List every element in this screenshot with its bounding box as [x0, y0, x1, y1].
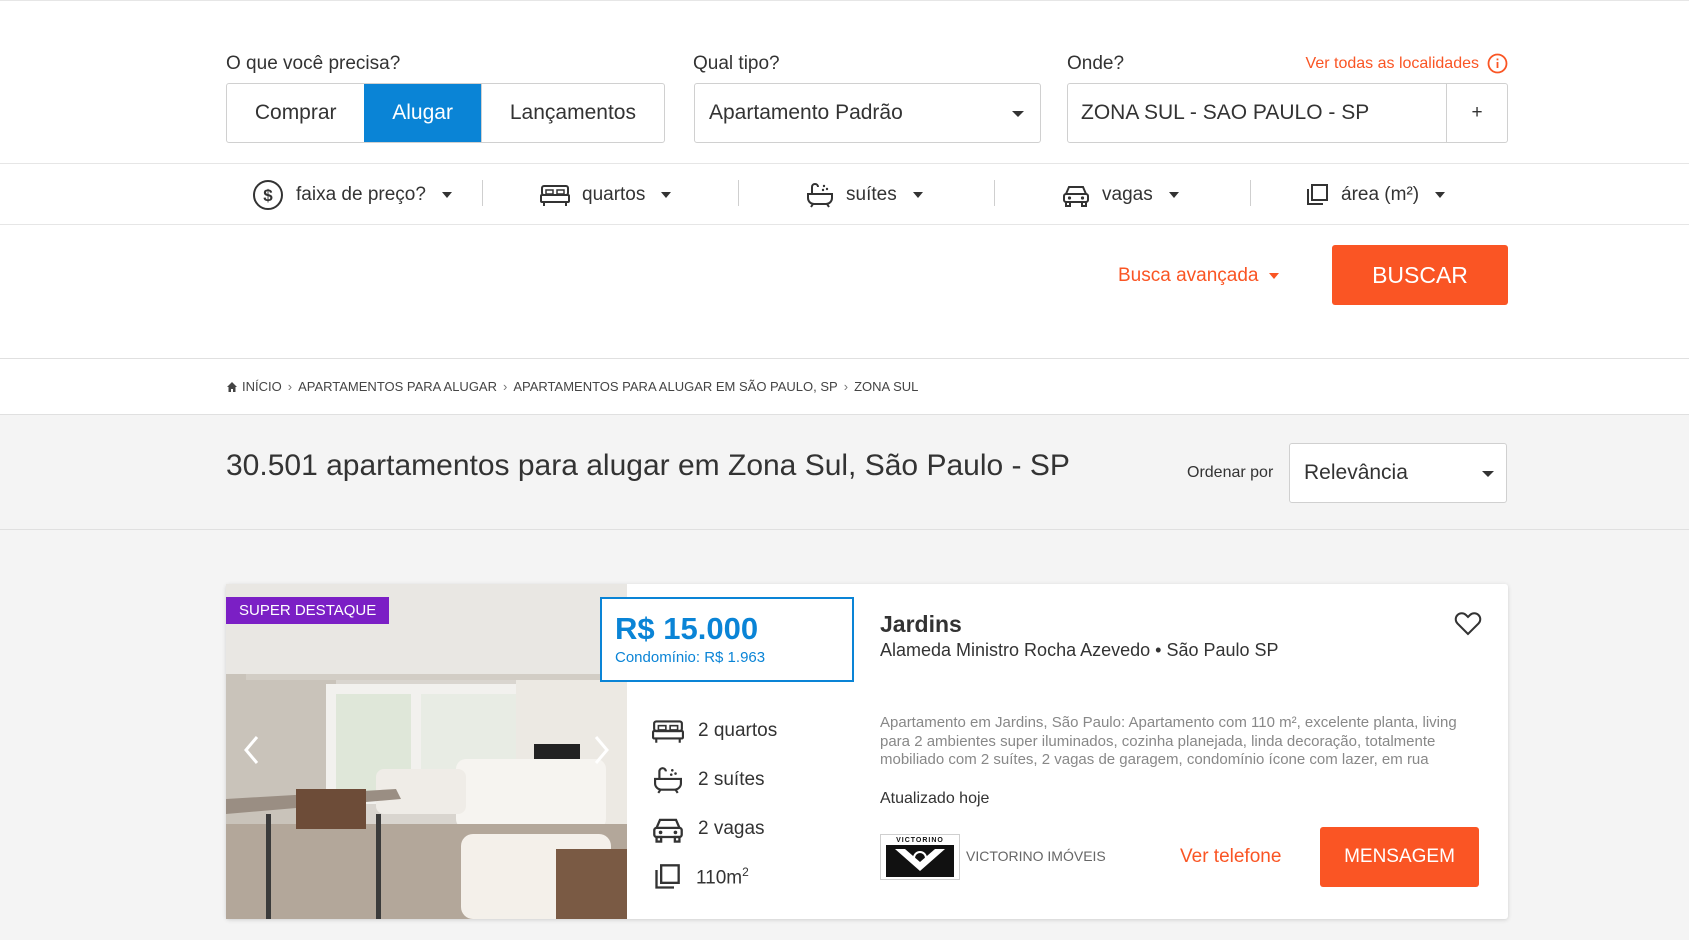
- parking-filter[interactable]: vagas: [1062, 164, 1179, 226]
- caret-down-icon: [441, 192, 452, 198]
- chevron-right-icon: ›: [287, 379, 293, 394]
- show-phone-link[interactable]: Ver telefone: [1180, 846, 1281, 868]
- super-highlight-badge: SUPER DESTAQUE: [226, 597, 390, 624]
- what-label: O que você precisa?: [226, 53, 401, 74]
- message-button[interactable]: MENSAGEM: [1320, 827, 1479, 887]
- sort-select[interactable]: Relevância: [1289, 443, 1507, 503]
- area-icon: [1305, 183, 1329, 207]
- rooms-value: 2 quartos: [698, 720, 778, 741]
- chevron-right-icon[interactable]: [591, 734, 611, 766]
- bathtub-icon: [806, 182, 834, 208]
- bed-icon: [652, 718, 684, 744]
- feature-rooms: 2 quartos: [652, 718, 777, 744]
- agency-logo-text: VICTORINO: [896, 836, 944, 844]
- see-all-locations-label: Ver todas as localidades: [1305, 54, 1479, 72]
- results-title: 30.501 apartamentos para alugar em Zona …: [226, 449, 1070, 482]
- type-label: Qual tipo?: [693, 53, 780, 74]
- sort-label: Ordenar por: [1187, 464, 1274, 481]
- bathtub-icon: [652, 766, 684, 794]
- divider: [994, 180, 995, 206]
- advanced-search-label: Busca avançada: [1118, 265, 1259, 286]
- caret-down-icon: [661, 192, 672, 198]
- suites-value: 2 suítes: [698, 769, 765, 790]
- chevron-right-icon: ›: [503, 379, 508, 394]
- caret-down-icon: [1435, 192, 1446, 198]
- divider: [1250, 180, 1251, 206]
- caret-down-icon: [1012, 111, 1024, 117]
- breadcrumb-city[interactable]: APARTAMENTOS PARA ALUGAR EM SÃO PAULO, S…: [513, 379, 837, 394]
- parking-value: 2 vagas: [698, 818, 765, 839]
- listing-address: Alameda Ministro Rocha Azevedo • São Pau…: [880, 640, 1279, 660]
- feature-parking: 2 vagas: [652, 815, 765, 843]
- divider: [482, 180, 483, 206]
- caret-down-icon: [1268, 273, 1279, 279]
- area-value: 110m2: [696, 864, 749, 889]
- caret-down-icon: [1482, 471, 1494, 477]
- updated-status: Atualizado hoje: [880, 790, 990, 807]
- listing-title[interactable]: Jardins: [880, 611, 962, 638]
- breadcrumb: INÍCIO › APARTAMENTOS PARA ALUGAR › APAR…: [0, 359, 1689, 415]
- advanced-search-toggle[interactable]: Busca avançada: [1118, 265, 1279, 287]
- home-icon: [226, 381, 238, 393]
- dollar-icon: $: [252, 179, 284, 211]
- listing-photo[interactable]: [226, 584, 627, 919]
- feature-suites: 2 suítes: [652, 766, 765, 794]
- mode-comprar[interactable]: Comprar: [227, 84, 364, 142]
- mode-alugar[interactable]: Alugar: [364, 84, 481, 142]
- feature-area: 110m2: [652, 863, 749, 891]
- suites-filter-label: suítes: [846, 184, 897, 205]
- listing-card[interactable]: SUPER DESTAQUE R$ 15.000 Condomínio: R$ …: [226, 584, 1508, 919]
- svg-text:$: $: [263, 186, 273, 205]
- listing-price: R$ 15.000: [615, 611, 759, 646]
- suites-filter[interactable]: suítes: [806, 164, 923, 226]
- location-input[interactable]: ZONA SUL - SAO PAULO - SP +: [1067, 83, 1508, 143]
- heart-icon[interactable]: [1454, 610, 1482, 636]
- location-value: ZONA SUL - SAO PAULO - SP: [1081, 101, 1370, 124]
- sort-value: Relevância: [1304, 461, 1408, 484]
- bed-icon: [540, 183, 570, 207]
- chevron-right-icon: ›: [843, 379, 849, 394]
- price-box: R$ 15.000 Condomínio: R$ 1.963: [600, 597, 854, 682]
- mode-lancamentos[interactable]: Lançamentos: [480, 84, 664, 142]
- parking-filter-label: vagas: [1102, 184, 1153, 205]
- area-filter-label: área (m²): [1341, 184, 1420, 205]
- price-filter-label: faixa de preço?: [296, 184, 426, 205]
- where-label: Onde?: [1067, 53, 1125, 74]
- rooms-filter[interactable]: quartos: [540, 164, 672, 226]
- breadcrumb-rent[interactable]: APARTAMENTOS PARA ALUGAR: [298, 379, 497, 394]
- area-filter[interactable]: área (m²): [1305, 164, 1446, 226]
- divider: [738, 180, 739, 206]
- condo-fee: Condomínio: R$ 1.963: [615, 649, 766, 666]
- caret-down-icon: [912, 192, 923, 198]
- property-type-value: Apartamento Padrão: [709, 101, 903, 124]
- filter-bar: $ faixa de preço? quartos suítes vagas á…: [0, 163, 1689, 225]
- breadcrumb-home[interactable]: INÍCIO: [242, 379, 282, 394]
- caret-down-icon: [1168, 192, 1179, 198]
- chevron-left-icon[interactable]: [242, 734, 262, 766]
- search-panel: O que você precisa? Qual tipo? Onde? Ver…: [0, 0, 1689, 163]
- listing-description: Apartamento em Jardins, São Paulo: Apart…: [880, 714, 1457, 768]
- search-actions: Busca avançada BUSCAR: [0, 225, 1689, 359]
- agency-name: VICTORINO IMÓVEIS: [966, 848, 1106, 864]
- area-icon: [652, 863, 682, 891]
- car-icon: [652, 815, 684, 843]
- rooms-filter-label: quartos: [582, 184, 646, 205]
- search-button[interactable]: BUSCAR: [1332, 245, 1508, 305]
- info-icon: [1487, 53, 1508, 74]
- mode-selector: Comprar Alugar Lançamentos: [226, 83, 665, 143]
- breadcrumb-zone[interactable]: ZONA SUL: [854, 379, 918, 394]
- property-type-select[interactable]: Apartamento Padrão: [694, 83, 1041, 143]
- car-icon: [1062, 183, 1090, 207]
- see-all-locations-link[interactable]: Ver todas as localidades: [1306, 53, 1508, 74]
- agency-logo[interactable]: VICTORINO: [880, 834, 960, 880]
- add-location-button[interactable]: +: [1446, 84, 1507, 142]
- results-header: 30.501 apartamentos para alugar em Zona …: [0, 415, 1689, 530]
- price-filter[interactable]: $ faixa de preço?: [252, 164, 452, 226]
